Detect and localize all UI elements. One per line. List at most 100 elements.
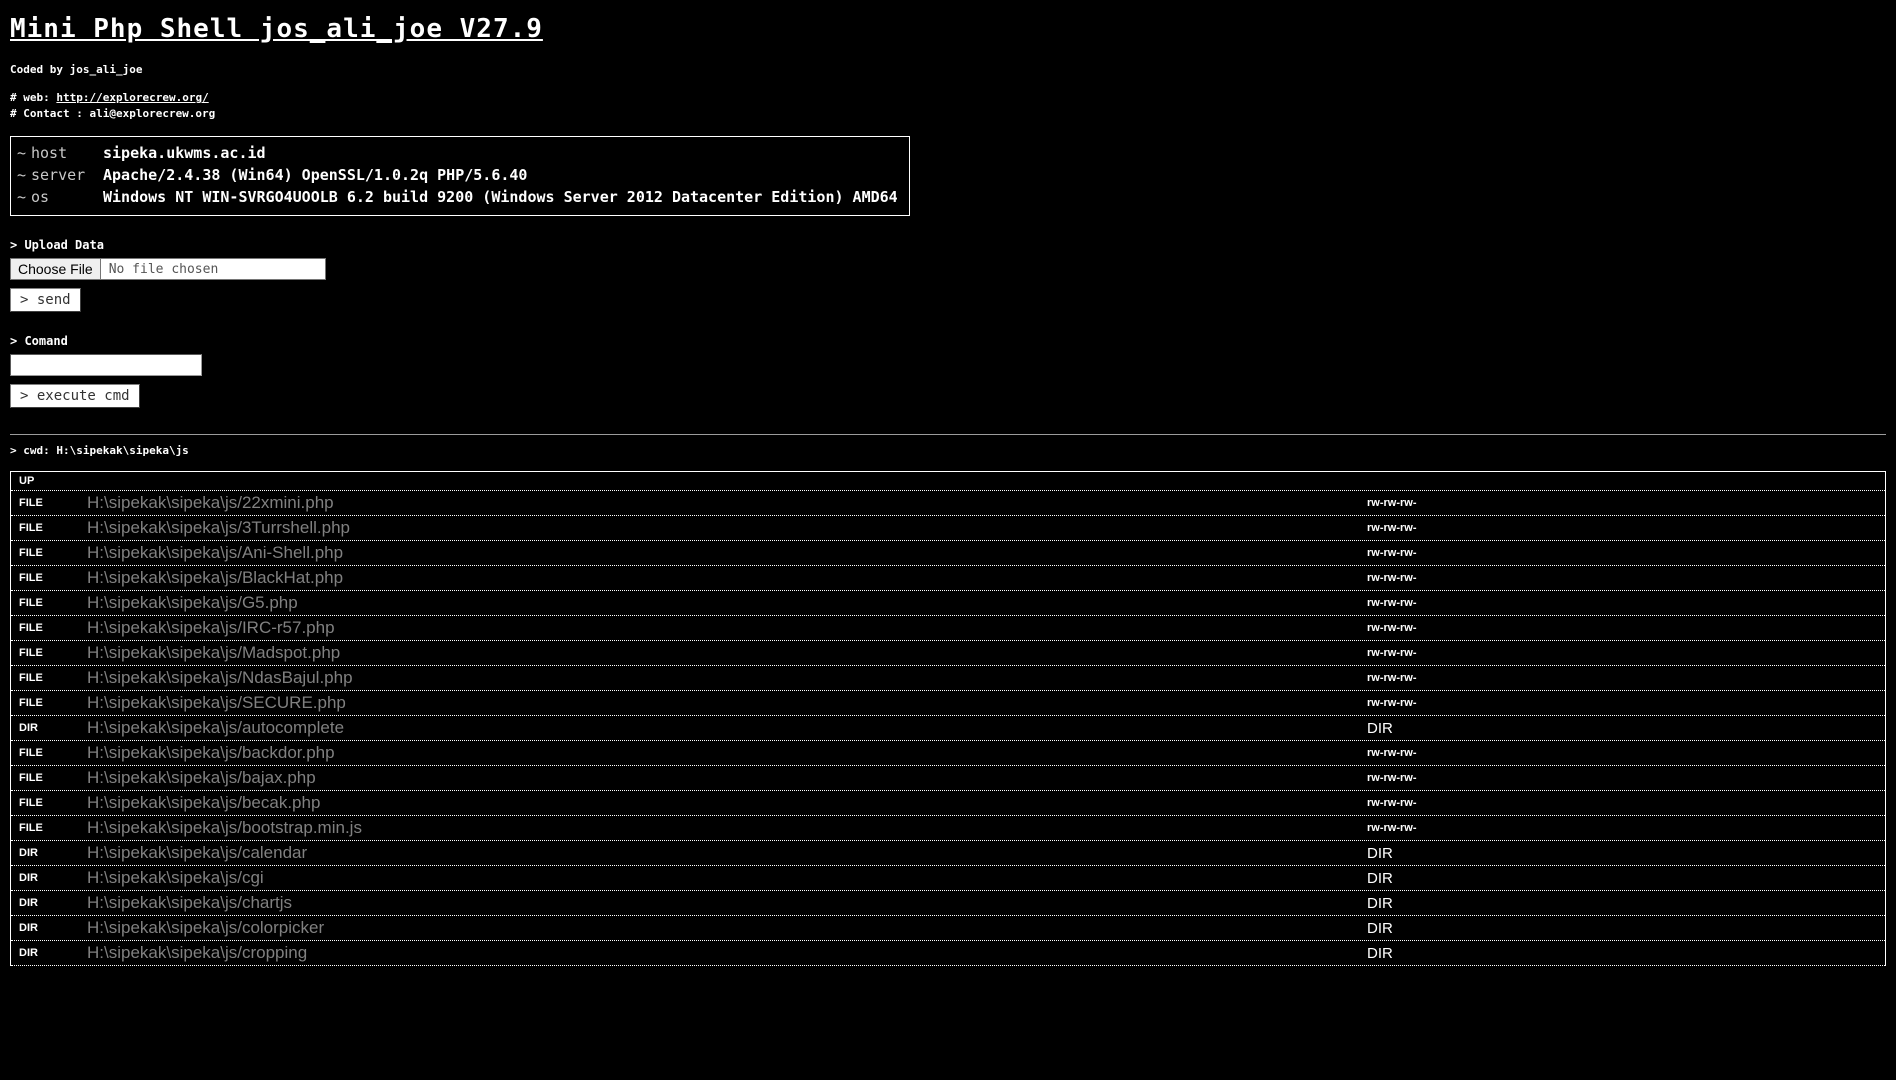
row-path-link[interactable]: H:\sipekak\sipeka\js/bajax.php bbox=[75, 768, 1329, 788]
send-button[interactable]: > send bbox=[10, 288, 81, 313]
row-type-label: FILE bbox=[19, 522, 43, 535]
row-path-link[interactable]: H:\sipekak\sipeka\js/Ani-Shell.php bbox=[75, 543, 1329, 563]
row-type-label: DIR bbox=[19, 722, 38, 735]
table-row[interactable]: FILE H:\sipekak\sipeka\js/bootstrap.min.j… bbox=[11, 816, 1885, 842]
table-row[interactable]: FILE H:\sipekak\sipeka\js/BlackHat.php rw-… bbox=[11, 566, 1885, 592]
info-value-host: sipeka.ukwms.ac.id bbox=[103, 144, 266, 163]
row-path-link[interactable]: H:\sipekak\sipeka\js/SECURE.php bbox=[75, 693, 1329, 713]
row-permissions: rw-rw-rw- bbox=[1367, 522, 1417, 535]
table-row[interactable]: DIR H:\sipekak\sipeka\js/chartjs DIR bbox=[11, 891, 1885, 917]
table-row[interactable]: FILE H:\sipekak\sipeka\js/G5.php rw-rw-rw- bbox=[11, 591, 1885, 617]
table-row[interactable]: DIR H:\sipekak\sipeka\js/calendar DIR bbox=[11, 841, 1885, 867]
file-listing-rows: FILE H:\sipekak\sipeka\js/22xmini.php rw-r… bbox=[11, 491, 1885, 967]
row-permissions: rw-rw-rw- bbox=[1367, 572, 1417, 585]
row-type-label: FILE bbox=[19, 572, 43, 585]
row-permissions: rw-rw-rw- bbox=[1367, 647, 1417, 660]
row-path-link[interactable]: H:\sipekak\sipeka\js/cgi bbox=[75, 868, 1329, 888]
table-row[interactable]: FILE H:\sipekak\sipeka\js/22xmini.php rw-r… bbox=[11, 491, 1885, 517]
table-row[interactable]: FILE H:\sipekak\sipeka\js/backdor.php rw-r… bbox=[11, 741, 1885, 767]
row-path-link[interactable]: H:\sipekak\sipeka\js/backdor.php bbox=[75, 743, 1329, 763]
contact-line: # Contact : ali@explorecrew.org bbox=[10, 107, 216, 121]
table-row[interactable]: FILE H:\sipekak\sipeka\js/Ani-Shell.php rw… bbox=[11, 541, 1885, 567]
info-row-server: ~ server Apache/2.4.38 (Win64) OpenSSL/1… bbox=[17, 165, 903, 187]
table-row[interactable]: FILE H:\sipekak\sipeka\js/NdasBajul.php rw… bbox=[11, 666, 1885, 692]
table-row[interactable]: FILE H:\sipekak\sipeka\js/3Turrshell.php r… bbox=[11, 516, 1885, 542]
tilde-marker: ~ bbox=[17, 165, 27, 184]
row-path-link[interactable]: H:\sipekak\sipeka\js/bootstrap.min.js bbox=[75, 818, 1329, 838]
coded-by-text: Coded by jos_ali_joe bbox=[10, 63, 143, 77]
row-permissions: DIR bbox=[1367, 719, 1393, 737]
cwd-line: > cwd: H:\sipekak\sipeka\js bbox=[10, 444, 189, 458]
command-section-label: > Comand bbox=[10, 334, 68, 349]
row-path-link[interactable]: H:\sipekak\sipeka\js/BlackHat.php bbox=[75, 568, 1329, 588]
divider bbox=[10, 434, 1886, 436]
chosen-file-label: No file chosen bbox=[108, 261, 219, 277]
table-row[interactable]: DIR H:\sipekak\sipeka\js/cropping DIR bbox=[11, 941, 1885, 967]
row-permissions: rw-rw-rw- bbox=[1367, 547, 1417, 560]
row-path-link[interactable]: H:\sipekak\sipeka\js/Madspot.php bbox=[75, 643, 1329, 663]
row-path-link[interactable]: H:\sipekak\sipeka\js/calendar bbox=[75, 843, 1329, 863]
row-type-label: FILE bbox=[19, 797, 43, 810]
row-type-label: DIR bbox=[19, 847, 38, 860]
row-type-label: FILE bbox=[19, 547, 43, 560]
row-permissions: DIR bbox=[1367, 919, 1393, 937]
row-path-link[interactable]: H:\sipekak\sipeka\js/autocomplete bbox=[75, 718, 1329, 738]
row-type-label: DIR bbox=[19, 897, 38, 910]
table-row[interactable]: FILE H:\sipekak\sipeka\js/bajax.php rw-rw-… bbox=[11, 766, 1885, 792]
row-permissions: rw-rw-rw- bbox=[1367, 597, 1417, 610]
command-input[interactable] bbox=[10, 354, 202, 377]
row-path-link[interactable]: H:\sipekak\sipeka\js/colorpicker bbox=[75, 918, 1329, 938]
row-type-label: DIR bbox=[19, 872, 38, 885]
row-path-link[interactable]: H:\sipekak\sipeka\js/NdasBajul.php bbox=[75, 668, 1329, 688]
upload-file-row: Choose File No file chosen bbox=[10, 258, 1886, 281]
row-permissions: rw-rw-rw- bbox=[1367, 697, 1417, 710]
file-listing-table: UP FILE H:\sipekak\sipeka\js/22xmini.php r… bbox=[10, 471, 1886, 967]
row-permissions: DIR bbox=[1367, 844, 1393, 862]
execute-cmd-button[interactable]: > execute cmd bbox=[10, 384, 140, 409]
row-type-label: FILE bbox=[19, 822, 43, 835]
table-row[interactable]: DIR H:\sipekak\sipeka\js/colorpicker DIR bbox=[11, 916, 1885, 942]
row-path-link[interactable]: H:\sipekak\sipeka\js/cropping bbox=[75, 943, 1329, 963]
row-path-link[interactable]: H:\sipekak\sipeka\js/becak.php bbox=[75, 793, 1329, 813]
web-link[interactable]: http://explorecrew.org/ bbox=[56, 91, 208, 104]
row-type-label: FILE bbox=[19, 747, 43, 760]
table-row[interactable]: FILE H:\sipekak\sipeka\js/becak.php rw-rw-… bbox=[11, 791, 1885, 817]
row-type-label: FILE bbox=[19, 697, 43, 710]
row-type-label: DIR bbox=[19, 922, 38, 935]
row-type-label: FILE bbox=[19, 497, 43, 510]
row-path-link[interactable]: H:\sipekak\sipeka\js/22xmini.php bbox=[75, 493, 1329, 513]
page-title: Mini Php Shell jos_ali_joe V27.9 bbox=[10, 14, 543, 44]
web-label: # web: bbox=[10, 91, 50, 105]
table-row[interactable]: DIR H:\sipekak\sipeka\js/autocomplete DIR bbox=[11, 716, 1885, 742]
up-link[interactable]: UP bbox=[11, 475, 75, 487]
row-path-link[interactable]: H:\sipekak\sipeka\js/3Turrshell.php bbox=[75, 518, 1329, 538]
table-row[interactable]: FILE H:\sipekak\sipeka\js/Madspot.php rw-r… bbox=[11, 641, 1885, 667]
table-row[interactable]: DIR H:\sipekak\sipeka\js/cgi DIR bbox=[11, 866, 1885, 892]
web-line: # web: http://explorecrew.org/ bbox=[10, 90, 1886, 106]
table-row[interactable]: FILE H:\sipekak\sipeka\js/IRC-r57.php rw-r… bbox=[11, 616, 1885, 642]
row-permissions: rw-rw-rw- bbox=[1367, 672, 1417, 685]
row-type-label: FILE bbox=[19, 672, 43, 685]
upload-section-label: > Upload Data bbox=[10, 238, 104, 253]
row-type-label: FILE bbox=[19, 597, 43, 610]
table-row-up[interactable]: UP bbox=[11, 472, 1885, 492]
tilde-marker: ~ bbox=[17, 144, 27, 163]
info-key-os: os bbox=[31, 187, 50, 206]
info-value-os: Windows NT WIN-SVRGO4UOOLB 6.2 build 920… bbox=[103, 187, 898, 206]
table-row[interactable]: FILE H:\sipekak\sipeka\js/SECURE.php rw-rw… bbox=[11, 691, 1885, 717]
row-path-link[interactable]: H:\sipekak\sipeka\js/chartjs bbox=[75, 893, 1329, 913]
row-path-link[interactable]: H:\sipekak\sipeka\js/IRC-r57.php bbox=[75, 618, 1329, 638]
server-info-box: ~ host sipeka.ukwms.ac.id ~ server Apach… bbox=[10, 136, 910, 217]
contact-block: # web: http://explorecrew.org/ # Contact… bbox=[10, 90, 1886, 122]
info-key-server: server bbox=[31, 165, 86, 184]
row-type-label: FILE bbox=[19, 622, 43, 635]
row-permissions: DIR bbox=[1367, 869, 1393, 887]
php-shell-page: Mini Php Shell jos_ali_joe V27.9 Coded b… bbox=[0, 0, 1896, 967]
info-value-server: Apache/2.4.38 (Win64) OpenSSL/1.0.2q PHP… bbox=[103, 165, 528, 184]
choose-file-button[interactable]: Choose File bbox=[11, 259, 101, 280]
info-key-host: host bbox=[31, 144, 68, 163]
row-path-link[interactable]: H:\sipekak\sipeka\js/G5.php bbox=[75, 593, 1329, 613]
file-input[interactable]: Choose File No file chosen bbox=[10, 258, 326, 281]
row-type-label: FILE bbox=[19, 647, 43, 660]
row-permissions: rw-rw-rw- bbox=[1367, 622, 1417, 635]
